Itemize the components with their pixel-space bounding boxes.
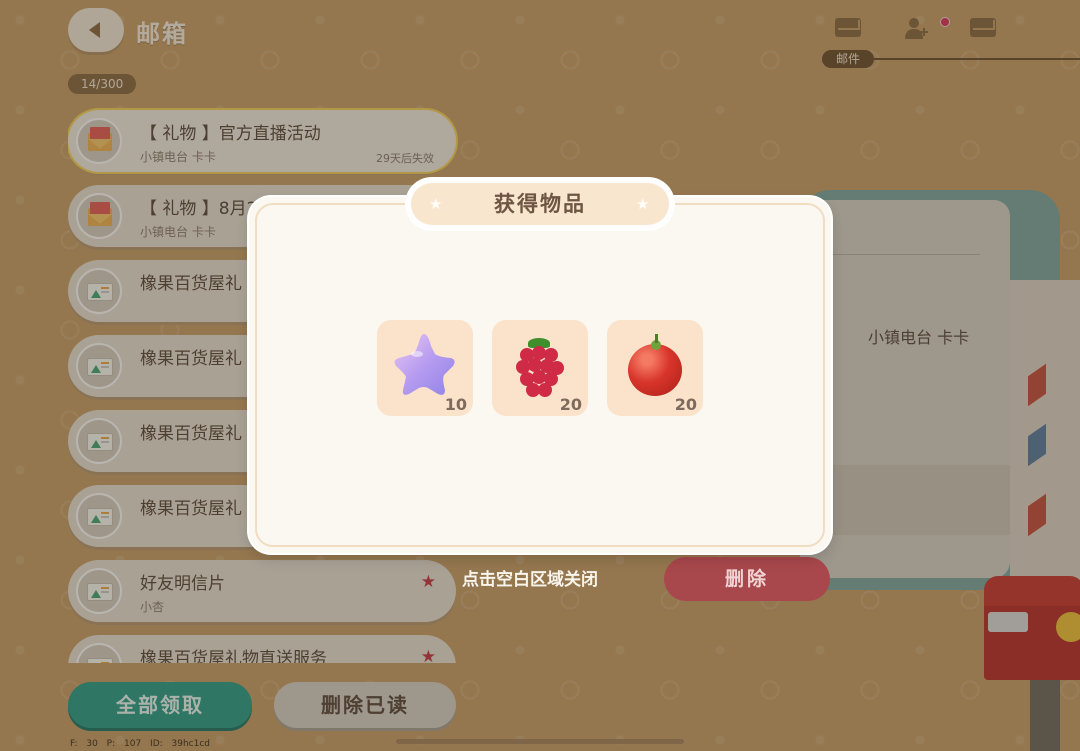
item-count: 20: [559, 395, 582, 414]
item-count: 20: [674, 395, 697, 414]
delete-button[interactable]: 删除: [664, 557, 830, 601]
raspberry-icon: [514, 338, 564, 400]
close-hint: 点击空白区域关闭: [462, 570, 598, 590]
reward-item-slot[interactable]: 10: [377, 320, 473, 416]
header-star-icon: ★: [429, 195, 443, 213]
purple-star-icon: [394, 334, 455, 395]
reward-item-slot[interactable]: 20: [492, 320, 588, 416]
reward-modal-title: 获得物品: [411, 183, 669, 225]
item-count: 10: [444, 395, 467, 414]
header-star-icon: ★: [636, 195, 650, 213]
game-scene: 邮箱 14/300 邮件 【 礼物 】官方直播活动 小镇电台 卡卡 29天后失效…: [0, 0, 1080, 751]
reward-item-slot[interactable]: 20: [607, 320, 703, 416]
